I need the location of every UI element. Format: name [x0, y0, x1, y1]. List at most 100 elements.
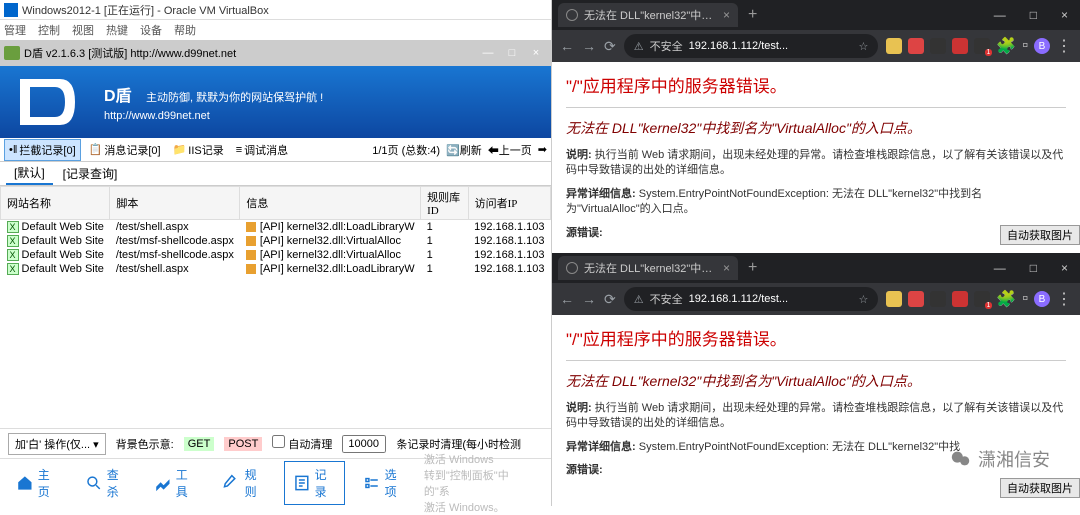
ext-icon[interactable]: [908, 38, 924, 54]
forward-button[interactable]: →: [582, 38, 596, 54]
ext-icon[interactable]: 1: [974, 291, 990, 307]
nav-home[interactable]: 主页: [8, 462, 67, 504]
new-tab-button[interactable]: +: [748, 6, 757, 24]
error-desc: 说明: 执行当前 Web 请求期间，出现未经处理的异常。请检查堆栈跟踪信息，以了…: [566, 148, 1066, 179]
new-tab-button[interactable]: +: [748, 259, 757, 277]
tb-debug[interactable]: ≡ 调试消息: [232, 140, 292, 160]
ext-icon[interactable]: [886, 291, 902, 307]
close-button[interactable]: ×: [525, 44, 547, 62]
col-script[interactable]: 脚本: [110, 187, 240, 220]
bg-label: 背景色示意:: [116, 436, 174, 452]
browser-content: "/"应用程序中的服务器错误。 无法在 DLL"kernel32"中找到名为"V…: [552, 315, 1080, 506]
vbox-title: Windows2012-1 [正在运行] - Oracle VM Virtual…: [22, 2, 269, 18]
browser-addressbar: ← → ⟳ ⚠ 不安全 192.168.1.112/test... ☆ 1 🧩 …: [552, 283, 1080, 315]
star-icon[interactable]: ☆: [859, 293, 869, 306]
browser-content: "/"应用程序中的服务器错误。 无法在 DLL"kernel32"中找到名为"V…: [552, 62, 1080, 253]
ext-icon[interactable]: 1: [974, 38, 990, 54]
reload-button[interactable]: ⟳: [604, 291, 616, 308]
profile-avatar[interactable]: B: [1034, 38, 1050, 54]
profile-avatar[interactable]: B: [1034, 291, 1050, 307]
nav-log[interactable]: 记录: [284, 461, 345, 505]
ddun-table: 网站名称 脚本 信息 规则库ID 访问者IP X Default Web Sit…: [0, 186, 551, 428]
menu-icon[interactable]: ⋮: [1056, 36, 1072, 56]
clean-num-input[interactable]: [342, 435, 386, 453]
col-ip[interactable]: 访问者IP: [468, 187, 550, 220]
menu-device[interactable]: 设备: [140, 22, 162, 38]
error-title: "/"应用程序中的服务器错误。: [566, 325, 1066, 350]
add-white-dropdown[interactable]: 加'白' 操作(仅... ▾: [8, 433, 106, 455]
menu-view[interactable]: 视图: [72, 22, 94, 38]
tb-msg[interactable]: 📋 消息记录[0]: [85, 140, 165, 160]
auto-image-button[interactable]: 自动获取图片: [1000, 478, 1080, 498]
next-button[interactable]: ➡: [538, 143, 547, 156]
forward-button[interactable]: →: [582, 291, 596, 307]
back-button[interactable]: ←: [560, 291, 574, 307]
tab-close-icon[interactable]: ×: [723, 8, 730, 22]
table-row[interactable]: X Default Web Site/test/msf-shellcode.as…: [1, 248, 551, 262]
nav-tools[interactable]: 工具: [146, 462, 205, 504]
win-maximize[interactable]: □: [1024, 6, 1043, 24]
extensions-icon[interactable]: 🧩: [996, 289, 1016, 309]
wechat-watermark: 潇湘信安: [950, 446, 1050, 472]
url-bar[interactable]: ⚠ 不安全 192.168.1.112/test... ☆: [624, 287, 879, 311]
ext-icon[interactable]: [952, 291, 968, 307]
back-button[interactable]: ←: [560, 38, 574, 54]
browser-tab[interactable]: 无法在 DLL"kernel32"中找到名 ×: [558, 256, 738, 280]
ext-icon[interactable]: [886, 38, 902, 54]
url-text: 192.168.1.112/test...: [689, 293, 788, 305]
win-maximize[interactable]: □: [1024, 259, 1043, 277]
insecure-icon: ⚠: [634, 40, 644, 53]
extension-icons: 1 🧩 ▫ B ⋮: [886, 289, 1072, 309]
col-site[interactable]: 网站名称: [1, 187, 110, 220]
maximize-button[interactable]: □: [501, 44, 523, 62]
menu-manage[interactable]: 管理: [4, 22, 26, 38]
ext-icon[interactable]: [930, 38, 946, 54]
error-source: 源错误:: [566, 226, 1066, 241]
tb-block[interactable]: •‖ 拦截记录[0]: [4, 139, 81, 161]
browser-tab[interactable]: 无法在 DLL"kernel32"中找到名 ×: [558, 3, 738, 27]
url-bar[interactable]: ⚠ 不安全 192.168.1.112/test... ☆: [624, 34, 879, 58]
nav-scan[interactable]: 查杀: [77, 462, 136, 504]
auto-clean-check[interactable]: 自动清理: [272, 435, 332, 452]
tab-title: 无法在 DLL"kernel32"中找到名: [584, 7, 717, 23]
tab-query[interactable]: [记录查询]: [55, 163, 126, 184]
menu-icon[interactable]: ⋮: [1056, 289, 1072, 309]
col-info[interactable]: 信息: [240, 187, 421, 220]
banner-url: http://www.d99net.net: [104, 110, 323, 122]
tb-iis[interactable]: 📁 IIS记录: [169, 140, 228, 160]
star-icon[interactable]: ☆: [859, 40, 869, 53]
win-minimize[interactable]: —: [988, 259, 1012, 277]
reading-list-icon[interactable]: ▫: [1022, 290, 1028, 308]
win-close[interactable]: ×: [1055, 259, 1074, 277]
nav-options[interactable]: 选项: [355, 462, 414, 504]
nav-rules[interactable]: 规则: [215, 462, 274, 504]
table-row[interactable]: X Default Web Site/test/shell.aspx[API] …: [1, 220, 551, 235]
menu-help[interactable]: 帮助: [174, 22, 196, 38]
tab-close-icon[interactable]: ×: [723, 261, 730, 275]
banner-title: D盾: [104, 82, 132, 106]
win-minimize[interactable]: —: [988, 6, 1012, 24]
reload-button[interactable]: ⟳: [604, 38, 616, 55]
refresh-button[interactable]: 🔄刷新: [446, 142, 482, 158]
menu-control[interactable]: 控制: [38, 22, 60, 38]
reading-list-icon[interactable]: ▫: [1022, 37, 1028, 55]
ddun-logo: [10, 72, 90, 132]
col-rule[interactable]: 规则库ID: [421, 187, 469, 220]
menu-hotkey[interactable]: 热键: [106, 22, 128, 38]
clean-note: 条记录时清理(每小时检测: [396, 436, 521, 452]
vbox-icon: [4, 3, 18, 17]
ext-icon[interactable]: [908, 291, 924, 307]
tab-default[interactable]: [默认]: [6, 162, 53, 185]
prev-button[interactable]: ⬅上一页: [488, 142, 532, 158]
extensions-icon[interactable]: 🧩: [996, 36, 1016, 56]
ext-icon[interactable]: [930, 291, 946, 307]
auto-image-button[interactable]: 自动获取图片: [1000, 225, 1080, 245]
win-close[interactable]: ×: [1055, 6, 1074, 24]
ddun-nav: 主页 查杀 工具 规则 记录 选项 激活 Windows 转到"控制面板"中的"…: [0, 458, 551, 506]
ddun-app-icon: [4, 46, 20, 60]
browser-tabbar: 无法在 DLL"kernel32"中找到名 × + — □ ×: [552, 0, 1080, 30]
table-row[interactable]: X Default Web Site/test/msf-shellcode.as…: [1, 234, 551, 248]
ext-icon[interactable]: [952, 38, 968, 54]
table-row[interactable]: X Default Web Site/test/shell.aspx[API] …: [1, 262, 551, 276]
minimize-button[interactable]: —: [477, 44, 499, 62]
